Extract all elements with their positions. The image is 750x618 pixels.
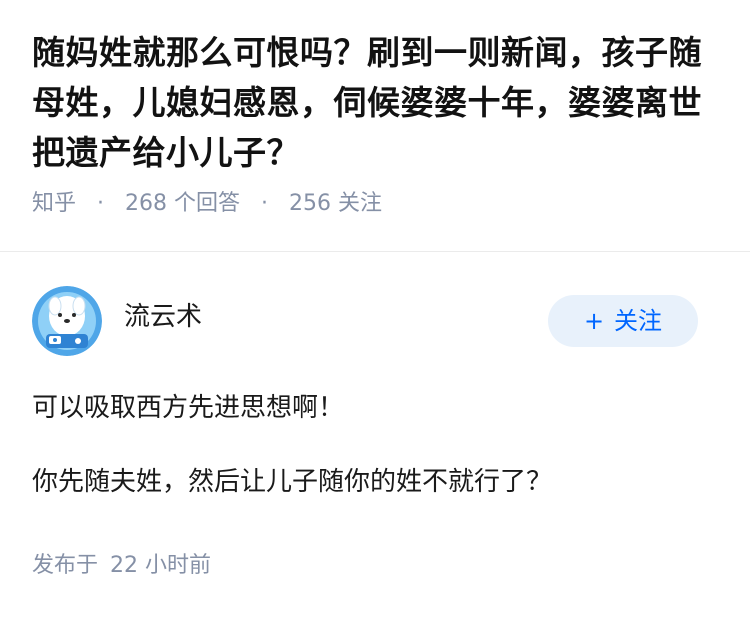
meta-separator: · xyxy=(261,191,269,216)
question-header: 随妈姓就那么可恨吗？刷到一则新闻，孩子随母姓，儿媳妇感恩，伺候婆婆十年，婆婆离世… xyxy=(32,28,722,220)
meta-separator: · xyxy=(97,191,105,216)
time-prefix: 发布于 xyxy=(32,553,99,578)
answer-paragraph: 你先随夫姓，然后让儿子随你的姓不就行了？ xyxy=(32,467,553,497)
follower-count[interactable]: 256 关注 xyxy=(289,191,382,216)
answer-author-row: 流云术 + 关注 xyxy=(32,286,718,356)
answer-content[interactable]: 可以吸取西方先进思想啊！ 你先随夫姓，然后让儿子随你的姓不就行了？ xyxy=(32,388,722,502)
question-meta: 知乎 · 268 个回答 · 256 关注 xyxy=(32,188,722,220)
answer-count[interactable]: 268 个回答 xyxy=(125,191,240,216)
question-title[interactable]: 随妈姓就那么可恨吗？刷到一则新闻，孩子随母姓，儿媳妇感恩，伺候婆婆十年，婆婆离世… xyxy=(32,28,722,178)
section-divider xyxy=(0,251,750,252)
follow-label: 关注 xyxy=(614,307,663,335)
answer-paragraph: 可以吸取西方先进思想啊！ xyxy=(32,393,345,423)
plus-icon: + xyxy=(583,307,605,335)
source-label[interactable]: 知乎 xyxy=(32,191,76,216)
follow-button[interactable]: + 关注 xyxy=(548,295,698,347)
avatar[interactable] xyxy=(32,286,102,356)
answer-timestamp: 发布于 22 小时前 xyxy=(32,550,211,582)
cartoon-dog-astronaut-avatar-icon xyxy=(32,286,102,356)
author-name[interactable]: 流云术 xyxy=(124,300,202,334)
time-ago: 22 小时前 xyxy=(110,553,212,578)
